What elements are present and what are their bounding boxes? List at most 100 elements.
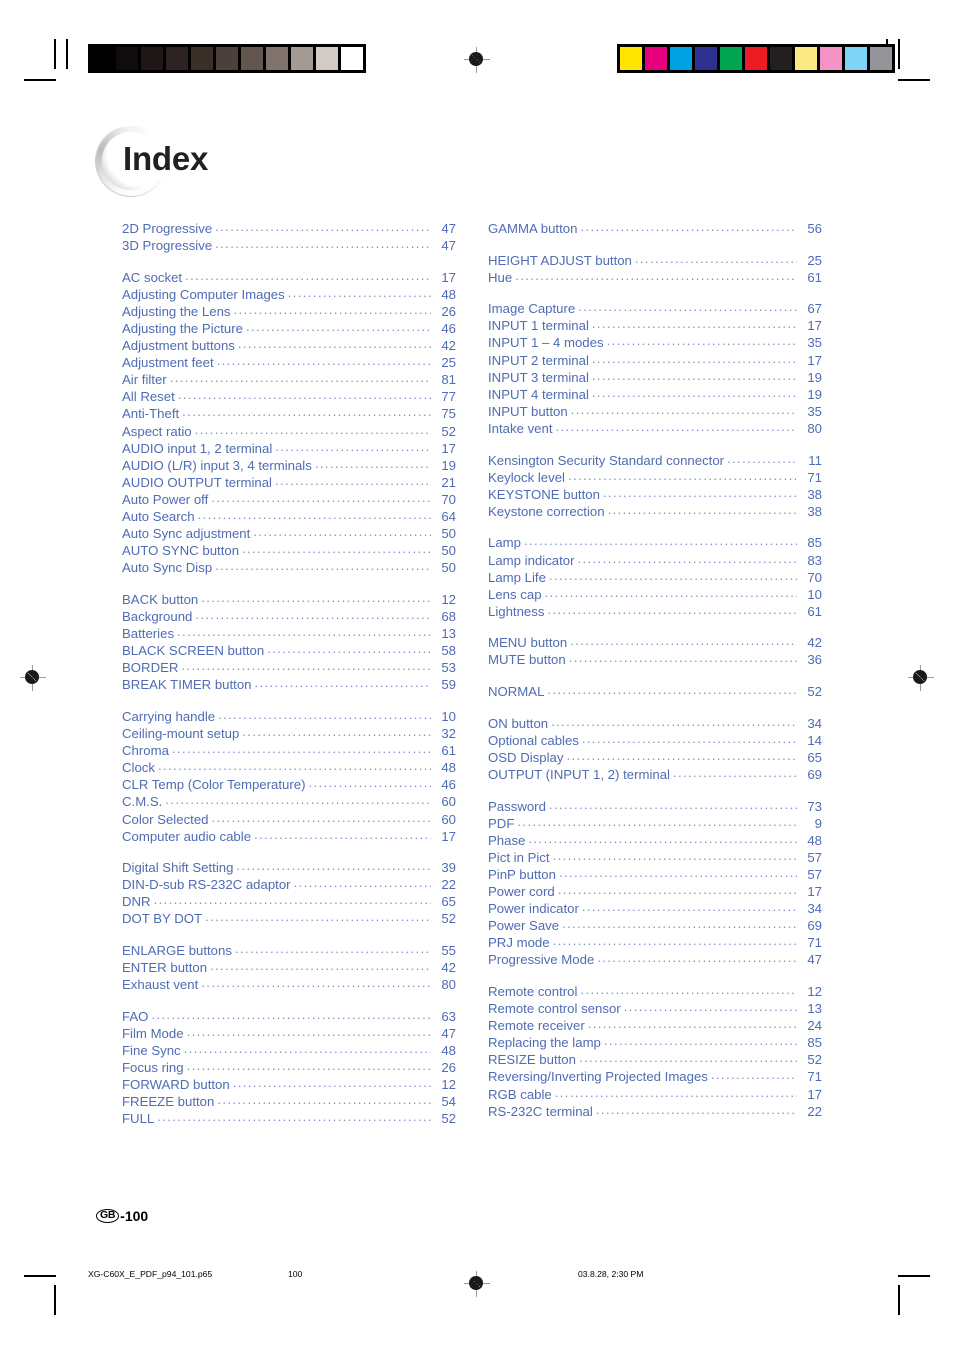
index-entry[interactable]: FREEZE button 54 (122, 1093, 456, 1110)
index-entry[interactable]: Image Capture 67 (488, 300, 822, 317)
index-entry[interactable]: Power Save 69 (488, 917, 822, 934)
index-entry[interactable]: PRJ mode 71 (488, 934, 822, 951)
index-entry[interactable]: AUDIO (L/R) input 3, 4 terminals 19 (122, 457, 456, 474)
index-entry[interactable]: INPUT 4 terminal 19 (488, 386, 822, 403)
index-entry[interactable]: Aspect ratio 52 (122, 423, 456, 440)
index-entry[interactable]: Hue 61 (488, 269, 822, 286)
index-entry[interactable]: MUTE button 36 (488, 651, 822, 668)
index-entry[interactable]: FAO 63 (122, 1008, 456, 1025)
index-entry[interactable]: INPUT 1 – 4 modes 35 (488, 334, 822, 351)
index-entry[interactable]: Replacing the lamp 85 (488, 1034, 822, 1051)
index-entry[interactable]: Keylock level 71 (488, 469, 822, 486)
index-entry[interactable]: Progressive Mode 47 (488, 951, 822, 968)
index-entry[interactable]: Adjusting Computer Images 48 (122, 286, 456, 303)
index-entry[interactable]: AUTO SYNC button 50 (122, 542, 456, 559)
index-entry[interactable]: FORWARD button 12 (122, 1076, 456, 1093)
index-entry[interactable]: Carrying handle 10 (122, 708, 456, 725)
index-entry[interactable]: RS-232C terminal 22 (488, 1103, 822, 1120)
index-entry[interactable]: Adjusting the Picture 46 (122, 320, 456, 337)
index-entry[interactable]: Reversing/Inverting Projected Images 71 (488, 1068, 822, 1085)
index-entry[interactable]: RGB cable 17 (488, 1086, 822, 1103)
index-entry[interactable]: AC socket 17 (122, 269, 456, 286)
index-entry[interactable]: Phase 48 (488, 832, 822, 849)
index-entry[interactable]: Film Mode 47 (122, 1025, 456, 1042)
index-entry[interactable]: RESIZE button 52 (488, 1051, 822, 1068)
index-entry[interactable]: DNR 65 (122, 893, 456, 910)
index-entry[interactable]: DIN-D-sub RS-232C adaptor 22 (122, 876, 456, 893)
index-entry[interactable]: KEYSTONE button 38 (488, 486, 822, 503)
index-entry[interactable]: Auto Sync Disp 50 (122, 559, 456, 576)
index-entry[interactable]: Computer audio cable 17 (122, 828, 456, 845)
index-entry[interactable]: OSD Display 65 (488, 749, 822, 766)
index-entry[interactable]: Pict in Pict 57 (488, 849, 822, 866)
index-entry[interactable]: 3D Progressive 47 (122, 237, 456, 254)
index-entry[interactable]: Adjusting the Lens 26 (122, 303, 456, 320)
index-entry[interactable]: Exhaust vent 80 (122, 976, 456, 993)
index-entry[interactable]: NORMAL 52 (488, 683, 822, 700)
index-entry[interactable]: Power indicator 34 (488, 900, 822, 917)
index-entry[interactable]: BLACK SCREEN button 58 (122, 642, 456, 659)
index-entry[interactable]: Lens cap 10 (488, 586, 822, 603)
index-entry-leader-dots (580, 983, 797, 996)
index-entry[interactable]: Digital Shift Setting 39 (122, 859, 456, 876)
index-entry[interactable]: Color Selected 60 (122, 811, 456, 828)
index-entry[interactable]: AUDIO OUTPUT terminal 21 (122, 474, 456, 491)
index-entry[interactable]: Lightness 61 (488, 603, 822, 620)
index-entry[interactable]: Optional cables 14 (488, 732, 822, 749)
index-entry[interactable]: ON button 34 (488, 715, 822, 732)
index-entry[interactable]: BORDER 53 (122, 659, 456, 676)
index-entry[interactable]: BREAK TIMER button 59 (122, 676, 456, 693)
index-entry[interactable]: Fine Sync 48 (122, 1042, 456, 1059)
index-entry[interactable]: Ceiling-mount setup 32 (122, 725, 456, 742)
index-entry[interactable]: Password 73 (488, 798, 822, 815)
index-entry[interactable]: Power cord 17 (488, 883, 822, 900)
index-entry[interactable]: Remote control 12 (488, 983, 822, 1000)
index-entry[interactable]: Lamp 85 (488, 534, 822, 551)
index-entry[interactable]: Remote receiver 24 (488, 1017, 822, 1034)
index-entry[interactable]: INPUT button 35 (488, 403, 822, 420)
index-entry[interactable]: Anti-Theft 75 (122, 405, 456, 422)
index-entry[interactable]: INPUT 3 terminal 19 (488, 369, 822, 386)
index-entry[interactable]: Intake vent 80 (488, 420, 822, 437)
index-entry[interactable]: ENTER button 42 (122, 959, 456, 976)
index-entry[interactable]: Kensington Security Standard connector 11 (488, 452, 822, 469)
index-entry[interactable]: C.M.S. 60 (122, 793, 456, 810)
index-entry[interactable]: AUDIO input 1, 2 terminal 17 (122, 440, 456, 457)
index-entry[interactable]: All Reset 77 (122, 388, 456, 405)
index-entry[interactable]: MENU button 42 (488, 634, 822, 651)
index-entry[interactable]: Adjustment feet 25 (122, 354, 456, 371)
index-entry[interactable]: Adjustment buttons 42 (122, 337, 456, 354)
index-entry-page: 50 (441, 526, 456, 542)
index-entry[interactable]: HEIGHT ADJUST button 25 (488, 252, 822, 269)
index-entry[interactable]: Auto Power off 70 (122, 491, 456, 508)
index-entry-page: 47 (807, 952, 822, 968)
index-entry[interactable]: Auto Search 64 (122, 508, 456, 525)
index-entry[interactable]: ENLARGE buttons 55 (122, 942, 456, 959)
index-letter-group: MENU button 42 MUTE button 36 (488, 634, 822, 668)
index-entry[interactable]: FULL 52 (122, 1110, 456, 1127)
index-entry[interactable]: Lamp Life 70 (488, 569, 822, 586)
index-entry[interactable]: Background 68 (122, 608, 456, 625)
index-entry[interactable]: Lamp indicator 83 (488, 552, 822, 569)
index-entry-label: Adjusting the Lens (122, 303, 231, 319)
index-entry[interactable]: GAMMA button 56 (488, 220, 822, 237)
index-entry[interactable]: Auto Sync adjustment 50 (122, 525, 456, 542)
index-entry-leader-dots (275, 474, 431, 487)
index-entry[interactable]: Clock 48 (122, 759, 456, 776)
index-entry[interactable]: Air filter 81 (122, 371, 456, 388)
index-entry[interactable]: Chroma 61 (122, 742, 456, 759)
index-entry[interactable]: INPUT 1 terminal 17 (488, 317, 822, 334)
index-entry[interactable]: PinP button 57 (488, 866, 822, 883)
index-entry[interactable]: OUTPUT (INPUT 1, 2) terminal 69 (488, 766, 822, 783)
index-entry[interactable]: 2D Progressive 47 (122, 220, 456, 237)
index-entry[interactable]: CLR Temp (Color Temperature) 46 (122, 776, 456, 793)
index-entry[interactable]: Keystone correction 38 (488, 503, 822, 520)
index-entry[interactable]: Batteries 13 (122, 625, 456, 642)
index-entry[interactable]: DOT BY DOT 52 (122, 910, 456, 927)
index-entry[interactable]: BACK button 12 (122, 591, 456, 608)
index-entry[interactable]: PDF 9 (488, 815, 822, 832)
index-entry-leader-dots (635, 252, 797, 265)
index-entry[interactable]: Focus ring 26 (122, 1059, 456, 1076)
index-entry[interactable]: INPUT 2 terminal 17 (488, 352, 822, 369)
index-entry[interactable]: Remote control sensor 13 (488, 1000, 822, 1017)
